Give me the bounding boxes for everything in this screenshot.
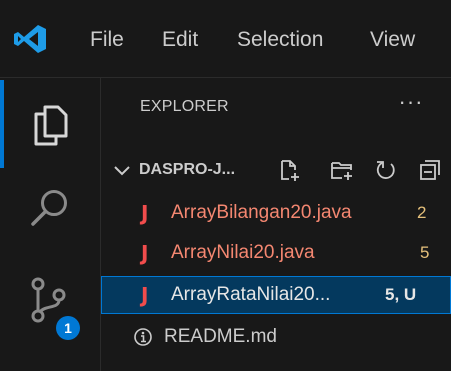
- active-indicator: [0, 80, 4, 168]
- chevron-down-icon[interactable]: [111, 159, 133, 181]
- problem-count: 2: [417, 203, 427, 222]
- new-folder-icon[interactable]: [330, 158, 354, 182]
- collapse-all-icon[interactable]: [418, 158, 442, 182]
- files-icon[interactable]: [25, 100, 75, 150]
- explorer-title: EXPLORER: [140, 98, 229, 115]
- file-name[interactable]: ArrayRataNilai20...: [171, 283, 330, 307]
- info-icon: [134, 328, 152, 346]
- folder-name[interactable]: DASPRO-J...: [139, 159, 235, 181]
- vscode-logo-icon[interactable]: [13, 23, 47, 55]
- menu-edit[interactable]: Edit: [162, 26, 198, 54]
- vscode-window: File Edit Selection View 1 EXPLORER ···: [0, 0, 451, 371]
- file-name[interactable]: README.md: [164, 325, 277, 349]
- java-file-icon: J: [141, 241, 149, 265]
- menu-view[interactable]: View: [370, 26, 415, 54]
- java-file-icon: J: [141, 201, 149, 225]
- problem-count: 5: [420, 243, 430, 262]
- file-item[interactable]: J ArrayBilangan20.java 2: [101, 194, 451, 232]
- file-item-selected[interactable]: J ArrayRataNilai20... 5, U: [101, 276, 451, 314]
- java-file-icon: J: [141, 283, 149, 307]
- new-file-icon[interactable]: [277, 158, 301, 182]
- menu-selection[interactable]: Selection: [237, 26, 323, 54]
- source-control-badge: 1: [56, 316, 80, 340]
- folder-header[interactable]: DASPRO-J...: [101, 150, 451, 190]
- explorer-sidebar: EXPLORER ··· DASPRO-J... J ArrayBilangan…: [101, 78, 451, 371]
- file-name[interactable]: ArrayBilangan20.java: [171, 201, 352, 225]
- refresh-icon[interactable]: [374, 158, 398, 182]
- menu-file[interactable]: File: [90, 26, 124, 54]
- file-item[interactable]: README.md: [101, 318, 451, 356]
- activity-bar: 1: [0, 78, 101, 371]
- title-bar: File Edit Selection View: [0, 0, 451, 78]
- more-actions-button[interactable]: ···: [393, 91, 429, 118]
- file-name[interactable]: ArrayNilai20.java: [171, 241, 315, 265]
- problem-count: 5, U: [385, 285, 417, 304]
- search-icon[interactable]: [25, 184, 75, 234]
- file-item[interactable]: J ArrayNilai20.java 5: [101, 234, 451, 272]
